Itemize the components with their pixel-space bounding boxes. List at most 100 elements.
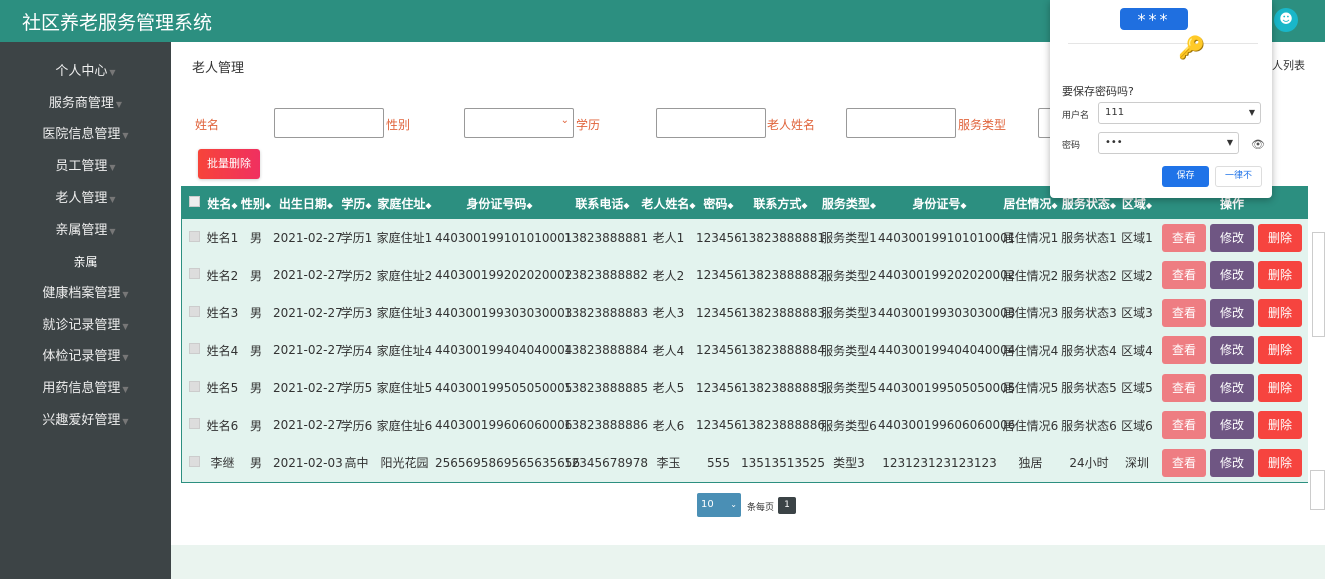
sort-icon[interactable]: ◆	[1051, 201, 1057, 210]
column-header[interactable]: 密码◆	[696, 187, 741, 219]
sort-icon[interactable]: ◆	[623, 201, 629, 210]
sidebar-item[interactable]: 用药信息管理 ▼	[0, 377, 171, 401]
sidebar-item[interactable]: 医院信息管理 ▼	[0, 123, 171, 147]
sidebar-item[interactable]: 健康档案管理 ▼	[0, 282, 171, 306]
page-size-select[interactable]: 10 ⌄	[697, 493, 741, 517]
view-button[interactable]: 查看	[1162, 336, 1206, 365]
batch-delete-button[interactable]: 批量删除	[198, 149, 260, 179]
column-header-label: 出生日期	[278, 196, 327, 211]
view-button[interactable]: 查看	[1162, 298, 1206, 327]
delete-button[interactable]: 删除	[1258, 298, 1302, 327]
sidebar-item[interactable]: 亲属管理 ▼	[0, 219, 171, 243]
view-button[interactable]: 查看	[1162, 261, 1206, 290]
table-cell: 服务类型3	[820, 294, 878, 332]
sort-icon[interactable]: ◆	[231, 201, 237, 210]
column-header[interactable]: 出生日期◆	[273, 187, 339, 219]
sort-icon[interactable]: ◆	[425, 201, 431, 210]
row-actions: 查看 修改 删除	[1156, 369, 1308, 407]
sidebar-item[interactable]: 老人管理 ▼	[0, 187, 171, 211]
sort-icon[interactable]: ◆	[265, 201, 271, 210]
table-cell: 13823888885	[564, 369, 648, 407]
sidebar-item[interactable]: 兴趣爱好管理 ▼	[0, 409, 171, 433]
password-field[interactable]: ••• ▼	[1098, 132, 1239, 154]
column-header[interactable]: 老人姓名◆	[641, 187, 696, 219]
column-header[interactable]: 身份证号◆	[878, 187, 1001, 219]
edit-button[interactable]: 修改	[1210, 448, 1254, 477]
filter-name-input[interactable]	[274, 108, 384, 138]
delete-button[interactable]: 删除	[1258, 373, 1302, 402]
row-checkbox[interactable]	[182, 331, 206, 369]
delete-button[interactable]: 删除	[1258, 448, 1302, 477]
row-checkbox[interactable]	[182, 256, 206, 294]
select-all-checkbox[interactable]	[182, 187, 206, 219]
sort-icon[interactable]: ◆	[801, 201, 807, 210]
column-header[interactable]: 联系电话◆	[564, 187, 641, 219]
row-checkbox[interactable]	[182, 369, 206, 407]
table-cell: 男	[239, 219, 273, 257]
sidebar-item[interactable]: 就诊记录管理 ▼	[0, 314, 171, 338]
page-button-1[interactable]: 1	[778, 497, 796, 514]
popup-question: 要保存密码吗?	[1062, 85, 1134, 98]
sidebar-item[interactable]: 个人中心 ▼	[0, 60, 171, 84]
never-save-button[interactable]: 一律不	[1215, 166, 1262, 187]
sidebar-item[interactable]: 亲属	[0, 250, 171, 274]
sort-icon[interactable]: ◆	[327, 201, 333, 210]
sort-icon[interactable]: ◆	[526, 201, 532, 210]
row-actions: 查看 修改 删除	[1156, 219, 1308, 257]
edit-button[interactable]: 修改	[1210, 373, 1254, 402]
sort-icon[interactable]: ◆	[960, 201, 966, 210]
column-header[interactable]: 身份证号码◆	[435, 187, 564, 219]
edit-button[interactable]: 修改	[1210, 298, 1254, 327]
sort-icon[interactable]: ◆	[1110, 201, 1116, 210]
row-checkbox[interactable]	[182, 219, 206, 257]
view-button[interactable]: 查看	[1162, 373, 1206, 402]
row-checkbox[interactable]	[182, 444, 206, 482]
table-cell: 高中	[339, 444, 374, 482]
filter-education-input[interactable]	[656, 108, 766, 138]
password-value: •••	[1105, 137, 1123, 148]
breadcrumb-list[interactable]: 人列表	[1272, 57, 1305, 73]
username-field[interactable]: 111 ▼	[1098, 102, 1261, 124]
edit-button[interactable]: 修改	[1210, 336, 1254, 365]
column-header[interactable]: 性别◆	[239, 187, 273, 219]
column-header-label: 身份证号	[912, 196, 961, 211]
sidebar-item-label: 就诊记录管理	[42, 317, 121, 333]
sidebar-item[interactable]: 服务商管理 ▼	[0, 92, 171, 116]
filter-gender-select[interactable]: ⌄	[464, 108, 574, 138]
row-checkbox[interactable]	[182, 294, 206, 332]
column-header-label: 身份证号码	[466, 196, 527, 211]
delete-button[interactable]: 删除	[1258, 223, 1302, 252]
user-avatar-icon[interactable]: ☻	[1274, 8, 1298, 32]
filter-elder-name-input[interactable]	[846, 108, 956, 138]
sort-icon[interactable]: ◆	[870, 201, 876, 210]
sort-icon[interactable]: ◆	[365, 201, 371, 210]
table-cell: 服务状态6	[1060, 406, 1118, 444]
sidebar-item[interactable]: 体检记录管理 ▼	[0, 345, 171, 369]
sort-icon[interactable]: ◆	[689, 201, 695, 210]
view-button[interactable]: 查看	[1162, 223, 1206, 252]
sidebar-item[interactable]: 员工管理 ▼	[0, 155, 171, 179]
table-cell: 13823888884	[741, 331, 825, 369]
row-actions: 查看 修改 删除	[1156, 331, 1308, 369]
edit-button[interactable]: 修改	[1210, 411, 1254, 440]
sort-icon[interactable]: ◆	[1146, 201, 1152, 210]
filter-gender-label: 性别	[386, 118, 411, 132]
column-header[interactable]: 联系方式◆	[741, 187, 820, 219]
column-header[interactable]: 服务类型◆	[820, 187, 878, 219]
column-header[interactable]: 家庭住址◆	[374, 187, 435, 219]
view-button[interactable]: 查看	[1162, 411, 1206, 440]
sort-icon[interactable]: ◆	[727, 201, 733, 210]
delete-button[interactable]: 删除	[1258, 411, 1302, 440]
column-header[interactable]: 姓名◆	[206, 187, 239, 219]
view-button[interactable]: 查看	[1162, 448, 1206, 477]
delete-button[interactable]: 删除	[1258, 336, 1302, 365]
save-password-button[interactable]: 保存	[1162, 166, 1209, 187]
row-checkbox[interactable]	[182, 406, 206, 444]
column-header[interactable]: 学历◆	[339, 187, 374, 219]
eye-icon[interactable]: 👁	[1251, 138, 1265, 151]
edit-button[interactable]: 修改	[1210, 261, 1254, 290]
table-cell: 440300199505050005	[435, 369, 572, 407]
delete-button[interactable]: 删除	[1258, 261, 1302, 290]
table-cell: 居住情况1	[1001, 219, 1060, 257]
edit-button[interactable]: 修改	[1210, 223, 1254, 252]
